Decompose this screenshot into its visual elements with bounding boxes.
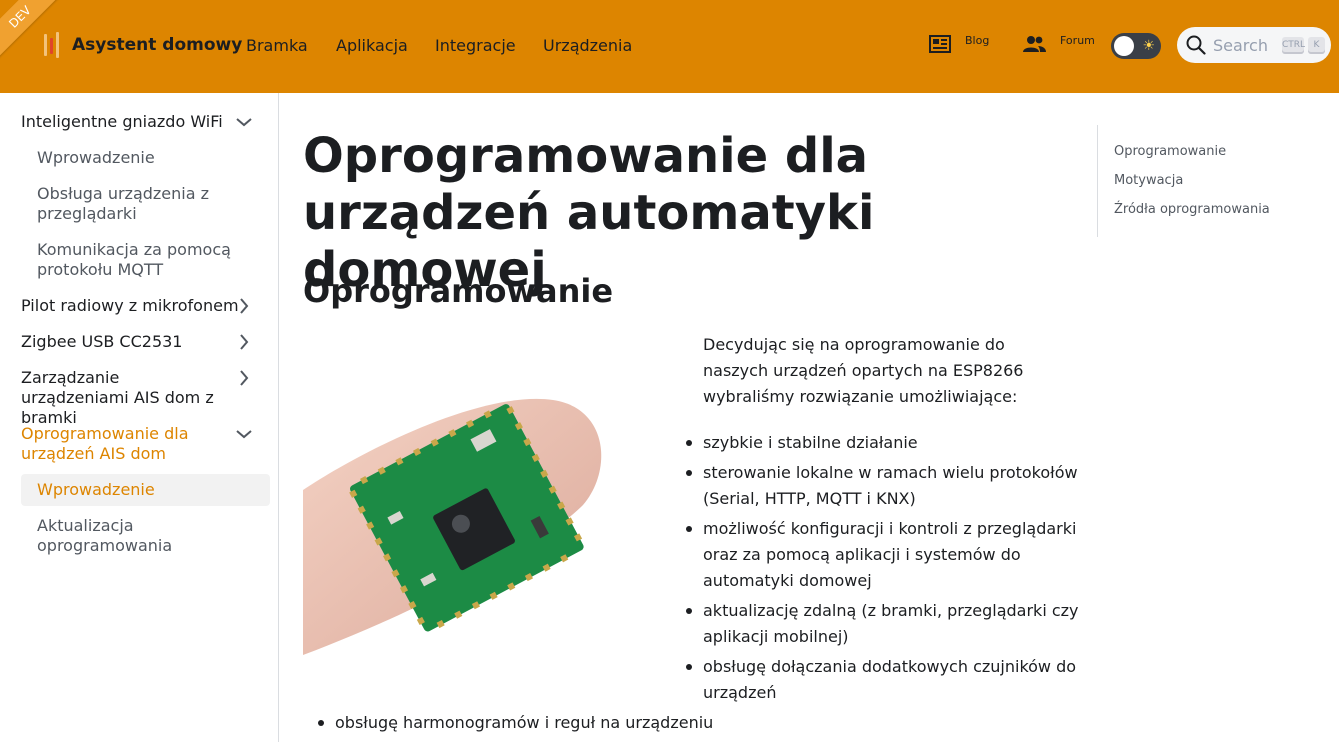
brand-title: Asystent domowy [72, 35, 243, 55]
blog-link[interactable]: Blog [929, 34, 989, 54]
nav-item-bramka[interactable]: Bramka [246, 36, 308, 55]
chevron-down-icon[interactable] [236, 426, 252, 442]
navbar: DEV Asystent domowy Bramka Aplikacja Int… [0, 0, 1339, 93]
chevron-right-icon[interactable] [236, 370, 252, 386]
section-heading: Oprogramowanie [303, 272, 614, 310]
search-placeholder: Search [1213, 35, 1268, 55]
sidebar-item-pilot[interactable]: Pilot radiowy z mikrofonem [21, 296, 241, 316]
theme-toggle[interactable]: ☀ [1111, 33, 1161, 59]
sidebar-item-aktualizacja[interactable]: Aktualizacja oprogramowania [37, 516, 197, 556]
search-button[interactable]: Search CTRL K [1177, 27, 1331, 63]
kbd-ctrl: CTRL [1281, 36, 1305, 54]
list-item: obsługę harmonogramów i reguł na urządze… [317, 710, 713, 736]
sidebar-item-oprogramowanie[interactable]: Oprogramowanie dla urządzeń AIS dom [21, 424, 211, 464]
table-of-contents: Oprogramowanie Motywacja Źródła oprogram… [1097, 125, 1298, 237]
forum-link[interactable]: Forum [1023, 34, 1095, 54]
people-icon [1023, 36, 1046, 52]
chevron-right-icon[interactable] [236, 298, 252, 314]
list-item: obsługę dołączania dodatkowych czujników… [686, 654, 1083, 706]
esp-module-image [303, 398, 602, 655]
sidebar-item-wprowadzenie-active[interactable]: Wprowadzenie [37, 480, 247, 500]
list-item: aktualizację zdalną (z bramki, przegląda… [686, 598, 1083, 650]
nav-item-urzadzenia[interactable]: Urządzenia [543, 36, 632, 55]
search-icon [1186, 35, 1206, 55]
toggle-knob [1114, 36, 1134, 56]
nav-item-aplikacja[interactable]: Aplikacja [336, 36, 408, 55]
toc-link-motywacja[interactable]: Motywacja [1114, 173, 1183, 188]
sidebar-item-zigbee[interactable]: Zigbee USB CC2531 [21, 332, 241, 352]
chevron-right-icon[interactable] [236, 334, 252, 350]
forum-label: Forum [1060, 34, 1095, 47]
sidebar-item-zarzadzanie[interactable]: Zarządzanie urządzeniami AIS dom z bramk… [21, 368, 226, 428]
sidebar: Inteligentne gniazdo WiFi Wprowadzenie O… [0, 93, 279, 742]
nav-item-integracje[interactable]: Integracje [435, 36, 516, 55]
list-item: możliwość konfiguracji i kontroli z prze… [686, 516, 1083, 594]
logo-icon [42, 30, 64, 60]
brand-link[interactable]: Asystent domowy [42, 30, 242, 60]
toc-link-zrodla[interactable]: Źródła oprogramowania [1114, 202, 1270, 217]
kbd-k: K [1307, 36, 1325, 54]
intro-paragraph: Decydując się na oprogramowanie do naszy… [703, 335, 1024, 406]
sidebar-item-gniazdo[interactable]: Inteligentne gniazdo WiFi [21, 112, 241, 132]
feature-list: szybkie i stabilne działanie sterowanie … [686, 430, 1083, 710]
chevron-down-icon[interactable] [236, 114, 252, 130]
sun-icon: ☀ [1142, 38, 1155, 54]
sidebar-item-obsluga[interactable]: Obsługa urządzenia z przeglądarki [37, 184, 222, 224]
list-item: szybkie i stabilne działanie [686, 430, 1083, 456]
list-item: sterowanie lokalne w ramach wielu protok… [686, 460, 1083, 512]
blog-label: Blog [965, 34, 990, 47]
newspaper-icon [929, 35, 951, 53]
sidebar-item-mqtt[interactable]: Komunikacja za pomocą protokołu MQTT [37, 240, 237, 280]
toc-link-oprogramowanie[interactable]: Oprogramowanie [1114, 144, 1226, 159]
sidebar-item-wprowadzenie-gniazdo[interactable]: Wprowadzenie [37, 148, 247, 168]
